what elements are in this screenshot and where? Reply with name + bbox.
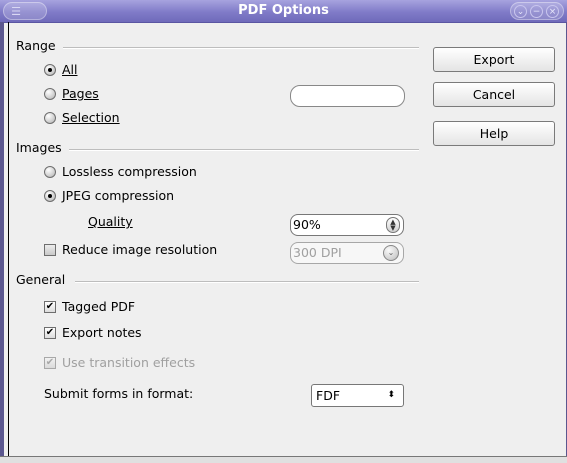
- window-frame-left-inner: [8, 22, 9, 462]
- resolution-value: 300 DPI: [293, 245, 342, 260]
- reduce-resolution-checkbox[interactable]: [44, 244, 56, 256]
- tagged-pdf-checkbox[interactable]: ✔: [44, 301, 56, 313]
- pdf-options-dialog: ☰ PDF Options ⌄ − × Range All Pages Sele…: [0, 0, 567, 463]
- transition-effects-checkbox: ✔: [44, 357, 56, 369]
- select-arrows-icon: ⬍: [387, 390, 395, 400]
- title-bar: ☰ PDF Options ⌄ − ×: [0, 0, 567, 23]
- submit-format-select[interactable]: FDF ⬍: [311, 384, 404, 407]
- help-button[interactable]: Help: [433, 121, 555, 146]
- all-label: All: [62, 62, 78, 77]
- jpeg-label: JPEG compression: [62, 188, 175, 203]
- cancel-button[interactable]: Cancel: [433, 82, 555, 107]
- submit-format-value: FDF: [316, 388, 341, 403]
- spin-arrows-icon[interactable]: ▲ ▼: [386, 217, 400, 233]
- submit-format-label: Submit forms in format:: [44, 386, 194, 401]
- pages-input[interactable]: [290, 85, 405, 107]
- close-icon[interactable]: ×: [546, 5, 559, 18]
- export-notes-label: Export notes: [62, 325, 142, 340]
- export-button[interactable]: Export: [433, 47, 555, 72]
- quality-spinbox[interactable]: 90% ▲ ▼: [290, 214, 404, 236]
- pages-radio[interactable]: [44, 88, 56, 100]
- shade-icon[interactable]: ⌄: [514, 5, 527, 18]
- window-title: PDF Options: [238, 3, 329, 18]
- pages-label: Pages: [62, 86, 99, 101]
- window-frame-left: [0, 22, 4, 462]
- export-notes-checkbox[interactable]: ✔: [44, 327, 56, 339]
- jpeg-radio[interactable]: [44, 190, 56, 202]
- reduce-resolution-label: Reduce image resolution: [62, 242, 218, 257]
- tagged-pdf-label: Tagged PDF: [62, 299, 136, 314]
- lossless-radio[interactable]: [44, 166, 56, 178]
- quality-label: Quality: [88, 214, 133, 229]
- minimize-icon[interactable]: −: [530, 5, 543, 18]
- all-radio[interactable]: [44, 64, 56, 76]
- window-controls: ⌄ − ×: [510, 2, 564, 20]
- dropdown-arrow-icon: ⌄: [383, 245, 399, 261]
- general-heading: General: [16, 272, 66, 287]
- selection-radio[interactable]: [44, 112, 56, 124]
- selection-label: Selection: [62, 110, 120, 125]
- images-separator: [69, 149, 419, 151]
- range-separator: [63, 47, 419, 49]
- lossless-label: Lossless compression: [62, 164, 197, 179]
- resolution-dropdown: 300 DPI ⌄: [290, 242, 404, 264]
- general-separator: [75, 281, 419, 283]
- images-heading: Images: [16, 140, 62, 155]
- range-heading: Range: [16, 38, 56, 53]
- transition-effects-label: Use transition effects: [62, 355, 196, 370]
- quality-value: 90%: [293, 217, 321, 232]
